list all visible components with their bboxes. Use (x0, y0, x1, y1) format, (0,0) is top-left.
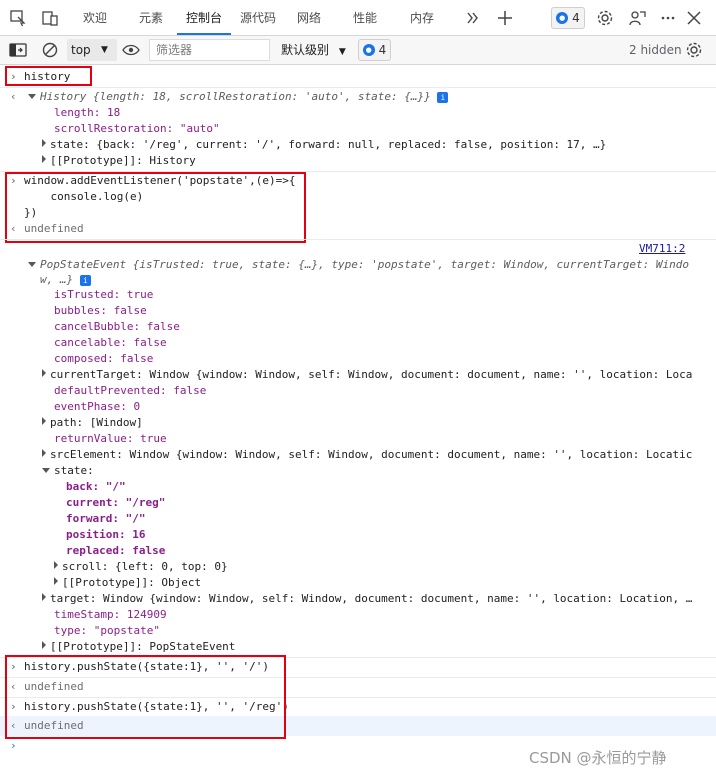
prop-return-value: returnValue: true (54, 432, 167, 445)
annotation-box (5, 66, 92, 86)
prop-target[interactable]: target: Window {window: Window, self: Wi… (42, 591, 692, 607)
output-return-icon: ‹ (10, 90, 17, 103)
info-icon: i (79, 275, 91, 286)
prop-type: type: "popstate" (54, 624, 160, 637)
issues-count: 4 (378, 43, 387, 57)
prop-cancelable: cancelable: false (54, 336, 167, 349)
prop-timestamp: timeStamp: 124909 (54, 608, 167, 621)
dropdown-arrow-icon: ▼ (338, 47, 346, 57)
prop-prototype[interactable]: [[Prototype]]: History (42, 153, 196, 169)
popstate-event-object-wrap: w, …} i (40, 272, 91, 288)
console-output[interactable]: › history ‹ History {length: 18, scrollR… (0, 65, 716, 779)
annotation-box (5, 172, 306, 243)
state-back: back: "/" (66, 480, 126, 493)
prop-event-prototype[interactable]: [[Prototype]]: PopStateEvent (42, 639, 235, 655)
log-levels-label: 默认级别 (281, 43, 330, 57)
tab-welcome[interactable]: 欢迎 (72, 0, 118, 35)
prop-is-trusted: isTrusted: true (54, 288, 154, 301)
prop-scroll-restoration: scrollRestoration: "auto" (54, 122, 220, 135)
prop-state[interactable]: state: (42, 463, 94, 479)
tab-sources[interactable]: 源代码 (231, 0, 285, 35)
prop-state[interactable]: state: {back: '/reg', current: '/', forw… (42, 137, 606, 153)
issues-count: 4 (572, 11, 580, 25)
feedback-icon[interactable] (627, 8, 647, 28)
history-object[interactable]: History {length: 18, scrollRestoration: … (28, 89, 449, 105)
more-tabs-icon[interactable] (463, 8, 483, 28)
prop-default-prevented: defaultPrevented: false (54, 384, 207, 397)
add-tab-icon[interactable] (495, 8, 515, 28)
clear-console-icon[interactable] (40, 40, 60, 60)
toggle-sidebar-icon[interactable] (8, 40, 28, 60)
tab-console[interactable]: 控制台 (177, 0, 231, 35)
issues-icon: ● (556, 12, 569, 24)
devtools-tabbar: 欢迎 元素 控制台 源代码 网络 性能 内存 ● 4 (0, 0, 716, 36)
device-toolbar-icon[interactable] (40, 8, 60, 28)
filter-input[interactable]: 筛选器 (149, 39, 270, 61)
more-options-icon[interactable] (658, 8, 678, 28)
console-settings-gear-icon[interactable] (684, 40, 704, 60)
tab-memory[interactable]: 内存 (398, 0, 446, 35)
state-prototype[interactable]: [[Prototype]]: Object (54, 575, 201, 591)
prop-path[interactable]: path: [Window] (42, 415, 143, 431)
state-current: current: "/reg" (66, 496, 166, 509)
settings-gear-icon[interactable] (595, 8, 615, 28)
popstate-event-object[interactable]: PopStateEvent {isTrusted: true, state: {… (28, 257, 689, 273)
issues-icon: ● (362, 44, 375, 56)
watermark: CSDN @永恒的宁静 (529, 749, 667, 767)
source-link[interactable]: VM711:2 (639, 241, 685, 257)
state-replaced: replaced: false (66, 544, 166, 557)
prop-bubbles: bubbles: false (54, 304, 147, 317)
prop-cancel-bubble: cancelBubble: false (54, 320, 180, 333)
info-icon: i (437, 92, 449, 103)
tab-elements[interactable]: 元素 (125, 0, 177, 35)
prop-current-target[interactable]: currentTarget: Window {window: Window, s… (42, 367, 692, 383)
hidden-messages-count: 2 hidden (629, 43, 682, 57)
inspect-element-icon[interactable] (8, 8, 28, 28)
tab-network[interactable]: 网络 (287, 0, 331, 35)
log-levels-dropdown[interactable]: 默认级别 ▼ (281, 39, 346, 61)
issues-badge[interactable]: ● 4 (551, 7, 585, 29)
live-expression-eye-icon[interactable] (121, 40, 141, 60)
context-label: top (71, 43, 91, 57)
prop-length: length: 18 (54, 106, 121, 119)
state-scroll[interactable]: scroll: {left: 0, top: 0} (54, 559, 228, 575)
close-devtools-icon[interactable] (684, 8, 704, 28)
prop-composed: composed: false (54, 352, 154, 365)
context-selector[interactable]: top ▼ (67, 39, 117, 61)
console-prompt-caret[interactable]: › (10, 738, 17, 754)
state-forward: forward: "/" (66, 512, 146, 525)
console-issues-badge[interactable]: ● 4 (358, 39, 391, 61)
state-position: position: 16 (66, 528, 146, 541)
prop-event-phase: eventPhase: 0 (54, 400, 141, 413)
tab-performance[interactable]: 性能 (340, 0, 390, 35)
console-toolbar: top ▼ 筛选器 默认级别 ▼ ● 4 2 hidden (0, 36, 716, 65)
dropdown-arrow-icon: ▼ (101, 45, 108, 55)
annotation-box (5, 655, 286, 739)
prop-src-element[interactable]: srcElement: Window {window: Window, self… (42, 447, 692, 463)
